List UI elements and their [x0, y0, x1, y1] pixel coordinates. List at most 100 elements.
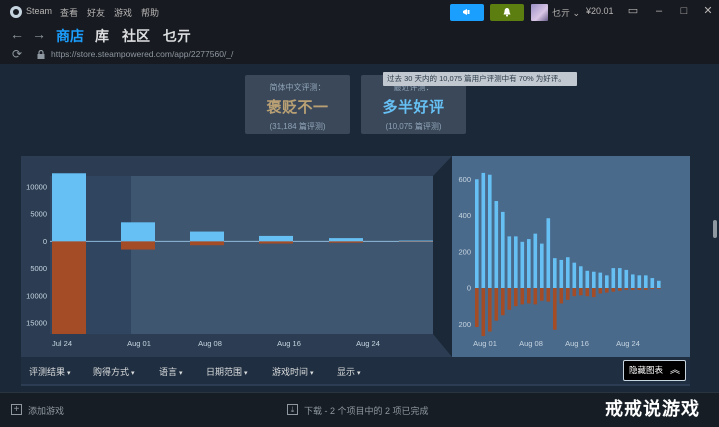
- review-histogram-panel: 10000 5000 0 5000 10000 15000 Jul 24 Aug 01 Aug …: [21, 156, 690, 386]
- recent-reviews-count: (10,075 篇评测): [385, 122, 442, 131]
- recent-positive-bar: [507, 236, 512, 289]
- recent-positive-bar: [527, 239, 531, 289]
- y-tick-label: 10000: [26, 291, 47, 300]
- add-game-button[interactable]: 添加游戏: [28, 404, 64, 417]
- download-status[interactable]: 下载 - 2 个项目中的 2 项已完成: [304, 404, 429, 417]
- positive-bar: [52, 173, 86, 242]
- y-tick-label: 15000: [26, 319, 47, 328]
- recent-positive-bar: [624, 269, 629, 289]
- monitor-icon[interactable]: ▭: [626, 4, 640, 18]
- chevron-down-icon: ⌄: [572, 8, 581, 18]
- menu-steam[interactable]: Steam: [26, 6, 52, 16]
- negative-bar: [190, 241, 224, 246]
- recent-positive-bar: [644, 275, 648, 289]
- back-arrow-icon[interactable]: ←: [10, 26, 24, 42]
- recent-negative-bar: [631, 288, 635, 290]
- caret-down-icon: ▾: [310, 370, 314, 377]
- caret-down-icon: ▾: [244, 370, 248, 377]
- x-tick-label: Aug 08: [198, 339, 222, 348]
- username-label[interactable]: 乜亓 ⌄: [552, 6, 580, 19]
- positive-bar: [259, 235, 293, 242]
- recent-y-tick-label: 200: [458, 247, 471, 256]
- maximize-icon[interactable]: □: [677, 4, 691, 18]
- review-filter-bar: 评测结果 ▾ 购得方式 ▾ 语言 ▾ 日期范围 ▾ 游戏时间 ▾ 显示 ▾ 隐藏图表 ︽: [21, 357, 690, 384]
- recent-positive-bar: [501, 211, 505, 289]
- x-tick-label: Aug 16: [277, 339, 301, 348]
- tab-profile[interactable]: 乜亓: [163, 26, 191, 46]
- review-histogram-chart[interactable]: 10000 5000 0 5000 10000 15000 Jul 24 Aug 01 Aug …: [21, 156, 690, 357]
- close-icon[interactable]: ✕: [701, 4, 715, 18]
- nav-bar: ← → 商店 库 社区 乜亓: [0, 24, 719, 49]
- title-bar: Steam 查看 好友 游戏 帮助 乜亓 ⌄ ¥20.01 ▭ – □ ✕: [0, 0, 719, 24]
- menu-view[interactable]: 查看: [60, 6, 78, 19]
- recent-negative-bar: [494, 288, 499, 321]
- filter-playtime[interactable]: 游戏时间 ▾: [272, 365, 314, 378]
- y-tick-label: 5000: [30, 210, 47, 219]
- plus-icon[interactable]: +: [11, 404, 22, 415]
- recent-negative-bar: [624, 288, 629, 290]
- recent-negative-bar: [566, 288, 570, 300]
- filter-review-type[interactable]: 评测结果 ▾: [29, 365, 71, 378]
- broadcast-button[interactable]: [450, 4, 484, 21]
- lock-icon: [37, 50, 45, 59]
- recent-positive-bar: [475, 179, 479, 289]
- selected-range-highlight: [131, 176, 433, 334]
- recent-negative-bar: [657, 288, 661, 289]
- review-tooltip: 过去 30 天内的 10,075 篇用户评测中有 70% 为好评。: [383, 72, 577, 86]
- recent-negative-bar: [501, 288, 505, 316]
- caret-down-icon: ▾: [357, 370, 361, 377]
- hide-chart-button[interactable]: 隐藏图表 ︽: [623, 360, 686, 381]
- positive-bar: [121, 222, 155, 242]
- recent-positive-bar: [611, 268, 616, 289]
- recent-negative-bar: [585, 288, 590, 297]
- forward-arrow-icon[interactable]: →: [32, 26, 46, 42]
- recent-x-tick-label: Aug 24: [616, 339, 640, 348]
- download-icon[interactable]: ⤓: [287, 404, 298, 415]
- recent-negative-bar: [598, 288, 603, 294]
- recent-negative-bar: [540, 288, 544, 301]
- x-tick-label: Jul 24: [52, 339, 72, 348]
- minimize-icon[interactable]: –: [652, 4, 666, 18]
- recent-positive-bar: [533, 233, 538, 289]
- recent-negative-bar: [572, 288, 577, 297]
- menu-friends[interactable]: 好友: [87, 6, 105, 19]
- negative-bar: [259, 241, 293, 244]
- recent-negative-bar: [514, 288, 518, 307]
- recent-positive-bar: [657, 280, 661, 289]
- zoom-connector: [433, 156, 452, 357]
- recent-positive-bar: [559, 259, 564, 289]
- recent-negative-bar: [592, 288, 596, 298]
- wallet-balance: ¥20.01: [586, 6, 614, 16]
- recent-negative-bar: [605, 288, 609, 293]
- chevron-up-icon: ︽: [670, 365, 680, 376]
- url-text[interactable]: https://store.steampowered.com/app/22775…: [51, 49, 233, 59]
- tab-library[interactable]: 库: [95, 26, 109, 46]
- refresh-icon[interactable]: ⟳: [12, 47, 22, 61]
- recent-y-tick-label: 400: [458, 211, 471, 220]
- positive-bar: [190, 231, 224, 242]
- menu-help[interactable]: 帮助: [141, 6, 159, 19]
- menu-games[interactable]: 游戏: [114, 6, 132, 19]
- negative-bar: [121, 241, 155, 250]
- recent-positive-bar: [553, 258, 557, 289]
- all-reviews-summary[interactable]: 简体中文评测： 褒贬不一 (31,184 篇评测): [245, 75, 350, 134]
- filter-date-range[interactable]: 日期范围 ▾: [206, 365, 248, 378]
- notifications-button[interactable]: [490, 4, 524, 21]
- recent-reviews-rating: 多半好评: [382, 99, 445, 116]
- negative-bar: [329, 241, 363, 243]
- y-tick-label: 0: [43, 237, 47, 246]
- recent-negative-bar: [553, 288, 557, 330]
- filter-purchase-type[interactable]: 购得方式 ▾: [93, 365, 135, 378]
- recent-negative-bar: [579, 288, 583, 296]
- recent-positive-bar: [618, 268, 622, 289]
- megaphone-icon: [463, 9, 470, 15]
- filter-display[interactable]: 显示 ▾: [337, 365, 361, 378]
- recent-negative-bar: [488, 288, 492, 332]
- recent-positive-bar: [488, 174, 492, 289]
- tab-community[interactable]: 社区: [122, 26, 150, 46]
- recent-x-tick-label: Aug 01: [473, 339, 497, 348]
- filter-language[interactable]: 语言 ▾: [159, 365, 183, 378]
- page-scrollbar[interactable]: [713, 220, 717, 238]
- y-tick-label: 5000: [30, 264, 47, 273]
- avatar[interactable]: [531, 4, 548, 21]
